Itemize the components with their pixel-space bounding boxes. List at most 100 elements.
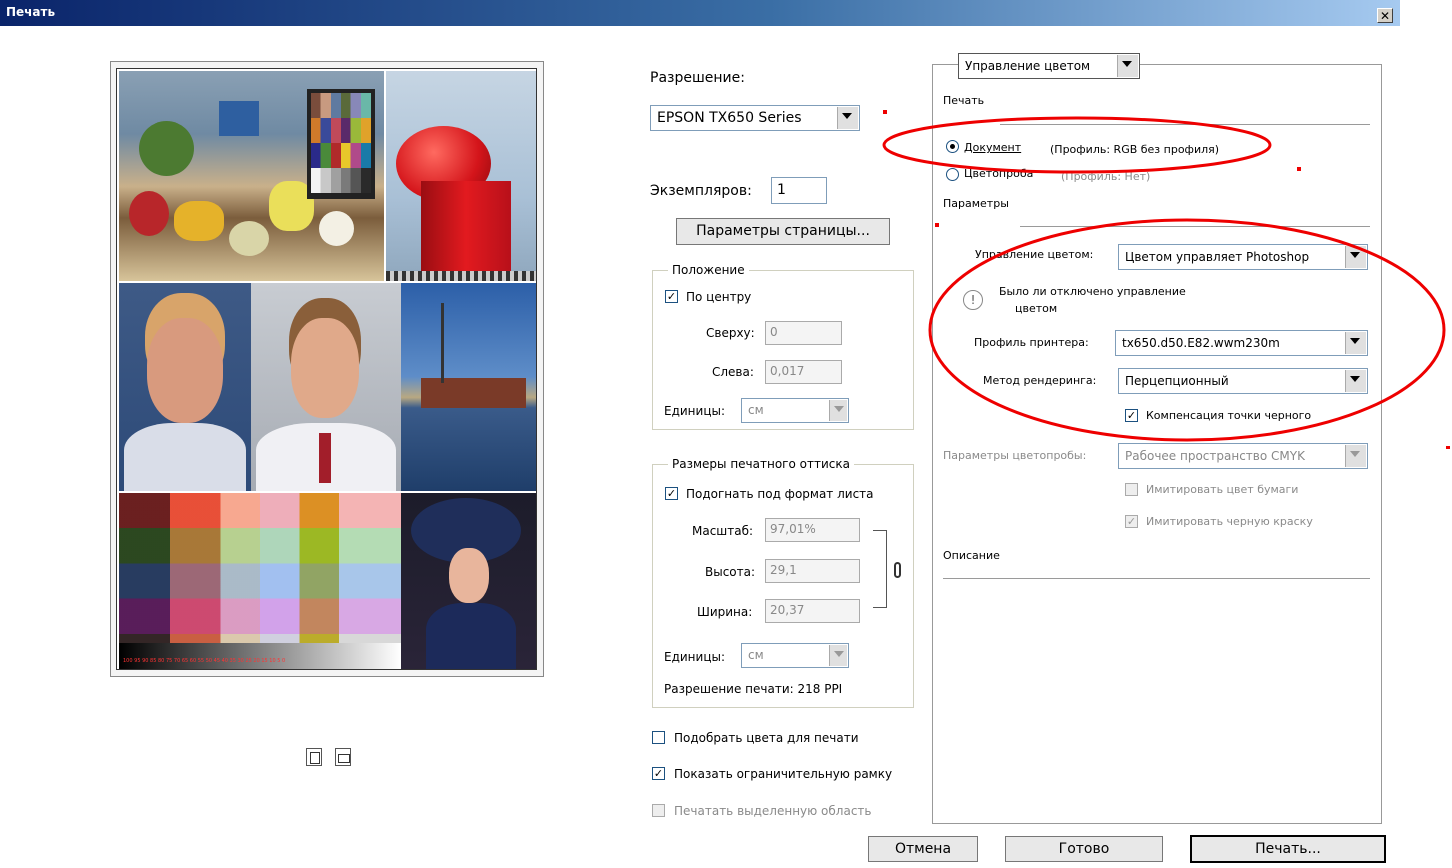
window-title: Печать — [6, 5, 56, 19]
printer-select[interactable]: EPSON TX650 Series — [650, 105, 860, 131]
photo-portrait-1 — [119, 283, 251, 491]
done-button[interactable]: Готово — [1005, 836, 1163, 862]
proof-label: Цветопроба — [964, 167, 1034, 180]
warning-glyph: ! — [970, 293, 976, 307]
position-legend: Положение — [668, 263, 749, 277]
position-units-value: см — [748, 403, 764, 417]
position-units-select[interactable]: см — [741, 398, 849, 423]
check-icon: ✓ — [653, 767, 664, 780]
photo-vegetables — [119, 71, 384, 281]
color-handling-select[interactable]: Цветом управляет Photoshop — [1118, 244, 1368, 270]
bpc-label: Компенсация точки черного — [1146, 409, 1312, 422]
simulate-paper-label: Имитировать цвет бумаги — [1146, 483, 1299, 496]
printer-select-value: EPSON TX650 Series — [657, 110, 802, 126]
photo-harbor — [401, 283, 536, 491]
top-input[interactable]: 0 — [765, 321, 842, 345]
left-input[interactable]: 0,017 — [765, 360, 842, 384]
section-select[interactable]: Управление цветом — [958, 53, 1140, 79]
chevron-down-icon — [1345, 246, 1366, 268]
copies-input[interactable]: 1 — [771, 177, 827, 204]
close-icon: ✕ — [1379, 9, 1391, 23]
close-button[interactable]: ✕ — [1377, 8, 1393, 23]
chevron-down-icon — [829, 400, 847, 421]
link-icon[interactable] — [894, 562, 901, 578]
preview-icon-portrait[interactable] — [306, 748, 322, 766]
position-units-label: Единицы: — [664, 404, 726, 418]
page-portrait-icon — [310, 752, 320, 764]
print-resolution: Разрешение печати: 218 PPI — [664, 682, 843, 696]
check-icon: ✓ — [1126, 409, 1137, 422]
scaled-units-label: Единицы: — [664, 650, 726, 664]
fit-media-checkbox[interactable]: ✓ — [665, 487, 678, 500]
scale-input[interactable]: 97,01% — [765, 518, 860, 542]
printer-label: Разрешение: — [650, 70, 745, 86]
print-preview-image: 100 95 90 85 80 75 70 65 60 55 50 45 40 … — [116, 68, 537, 670]
scaled-units-select[interactable]: см — [741, 643, 849, 668]
check-icon: ✓ — [666, 487, 677, 500]
chevron-down-icon — [1345, 332, 1366, 354]
print-section-label: Печать — [943, 94, 985, 107]
print-button[interactable]: Печать... — [1190, 835, 1386, 863]
rendering-intent-value: Перцепционный — [1125, 374, 1229, 388]
match-colors-checkbox[interactable] — [652, 731, 665, 744]
printer-profile-value: tx650.d50.E82.wwm230m — [1122, 336, 1280, 350]
proof-setup-value: Рабочее пространство CMYK — [1125, 449, 1305, 463]
top-label: Сверху: — [706, 326, 755, 340]
left-label: Слева: — [712, 365, 754, 379]
divider — [943, 578, 1370, 579]
printer-profile-label: Профиль принтера: — [974, 336, 1089, 349]
chevron-down-icon — [829, 645, 847, 666]
grayscale-labels: 100 95 90 85 80 75 70 65 60 55 50 45 40 … — [123, 658, 286, 664]
rendering-intent-label: Метод рендеринга: — [983, 374, 1097, 387]
center-label: По центру — [686, 290, 752, 304]
proof-setup-select[interactable]: Рабочее пространство CMYK — [1118, 443, 1368, 469]
height-input[interactable]: 29,1 — [765, 559, 860, 583]
rendering-intent-select[interactable]: Перцепционный — [1118, 368, 1368, 394]
chevron-down-icon — [1117, 55, 1138, 77]
constrain-bracket — [873, 530, 887, 608]
photo-portrait-2 — [251, 283, 401, 491]
check-icon: ✓ — [666, 290, 677, 303]
document-label: Документ — [964, 141, 1022, 154]
proof-radio[interactable] — [946, 168, 959, 181]
bounding-box-label: Показать ограничительную рамку — [674, 767, 893, 781]
document-radio[interactable] — [946, 140, 959, 153]
cancel-button[interactable]: Отмена — [868, 836, 978, 862]
chevron-down-icon — [1345, 370, 1366, 392]
annotation-dot — [1446, 446, 1450, 449]
scale-label: Масштаб: — [692, 524, 754, 538]
title-bar: Печать — [0, 0, 1400, 26]
divider — [1000, 124, 1370, 125]
width-label: Ширина: — [697, 605, 753, 619]
scaled-size-legend: Размеры печатного оттиска — [668, 457, 854, 471]
preview-icon-landscape[interactable] — [335, 748, 351, 766]
bpc-checkbox[interactable]: ✓ — [1125, 409, 1138, 422]
simulate-paper-checkbox[interactable] — [1125, 483, 1138, 496]
page-setup-button[interactable]: Параметры страницы... — [676, 218, 890, 245]
photo-woman-hat — [401, 493, 536, 669]
height-label: Высота: — [705, 565, 756, 579]
printer-profile-select[interactable]: tx650.d50.E82.wwm230m — [1115, 330, 1368, 356]
center-checkbox[interactable]: ✓ — [665, 290, 678, 303]
chevron-down-icon — [837, 107, 858, 129]
color-handling-label: Управление цветом: — [975, 248, 1094, 261]
chevron-down-icon — [1345, 445, 1366, 467]
warning-icon: ! — [963, 290, 983, 310]
print-selected-label: Печатать выделенную область — [674, 804, 872, 818]
warning-text-line2: цветом — [1015, 302, 1058, 315]
page-landscape-icon — [338, 754, 350, 763]
fit-media-label: Подогнать под формат листа — [686, 487, 874, 501]
simulate-ink-checkbox[interactable]: ✓ — [1125, 515, 1138, 528]
print-selected-checkbox[interactable] — [652, 804, 665, 817]
parameters-label: Параметры — [943, 197, 1009, 210]
match-colors-label: Подобрать цвета для печати — [674, 731, 859, 745]
scaled-units-value: см — [748, 648, 764, 662]
annotation-dot — [883, 110, 887, 114]
check-icon: ✓ — [1126, 515, 1137, 528]
section-select-value: Управление цветом — [965, 59, 1091, 73]
photo-red-bollard — [386, 71, 536, 281]
color-handling-value: Цветом управляет Photoshop — [1125, 250, 1310, 264]
document-profile: (Профиль: RGB без профиля) — [1050, 143, 1220, 156]
width-input[interactable]: 20,37 — [765, 599, 860, 623]
bounding-box-checkbox[interactable]: ✓ — [652, 767, 665, 780]
